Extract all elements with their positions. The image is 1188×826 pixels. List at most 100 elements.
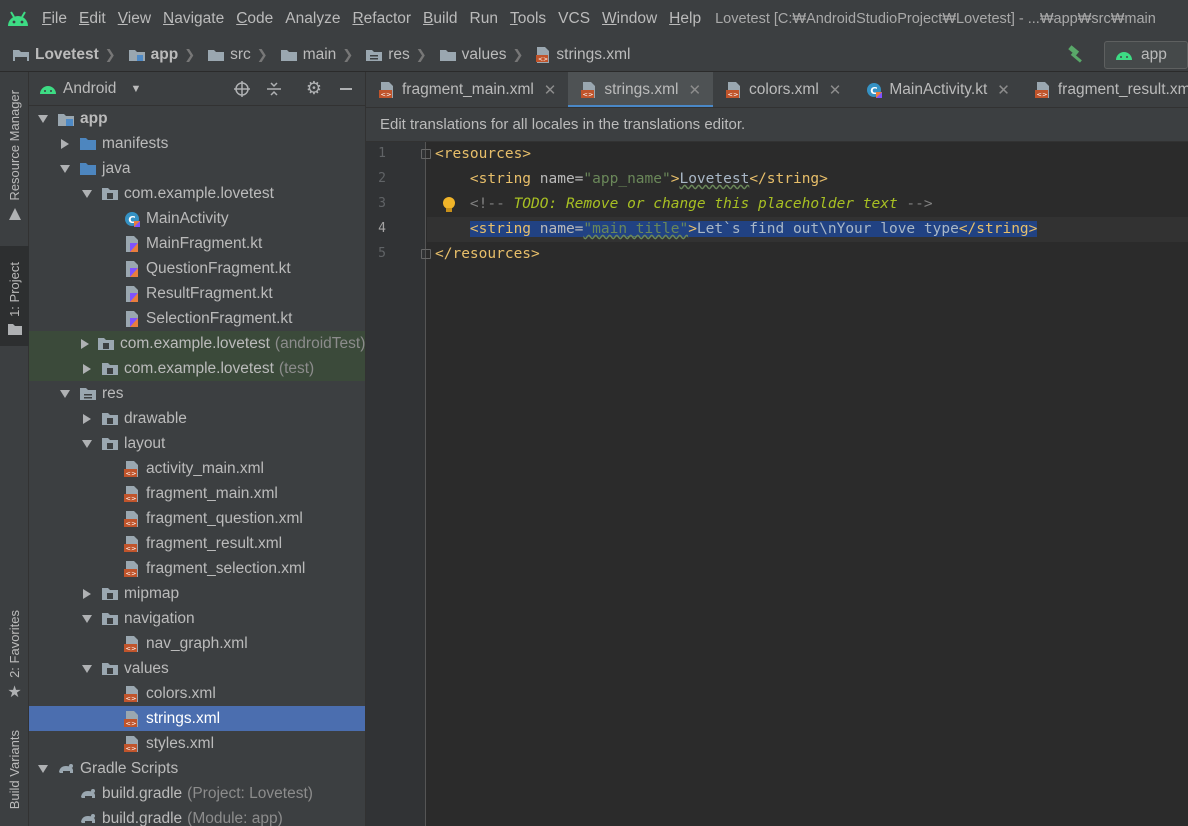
- breadcrumb-file[interactable]: <> strings.xml: [523, 46, 630, 64]
- tree-item-activity-main-xml[interactable]: <> activity_main.xml: [29, 456, 365, 481]
- menu-build[interactable]: Build: [417, 0, 463, 38]
- tree-item-navigation[interactable]: navigation: [29, 606, 365, 631]
- code-line[interactable]: <!-- TODO: Remove or change this placeho…: [427, 192, 1188, 217]
- kotlin-file-icon: [123, 235, 141, 253]
- tree-item-fragment-question-xml[interactable]: <> fragment_question.xml: [29, 506, 365, 531]
- tree-item-com-example-lovetest[interactable]: com.example.lovetest (test): [29, 356, 365, 381]
- collapsed-arrow-icon[interactable]: [79, 586, 95, 602]
- tree-item-fragment-result-xml[interactable]: <> fragment_result.xml: [29, 531, 365, 556]
- breadcrumb-res[interactable]: res ❯: [353, 46, 427, 64]
- tree-item-selectionfragment-kt[interactable]: SelectionFragment.kt: [29, 306, 365, 331]
- tree-item-fragment-selection-xml[interactable]: <> fragment_selection.xml: [29, 556, 365, 581]
- breadcrumb-src[interactable]: src ❯: [195, 46, 268, 64]
- menu-code[interactable]: Code: [230, 0, 279, 38]
- tree-item-mainactivity[interactable]: C MainActivity: [29, 206, 365, 231]
- tree-item-res[interactable]: res: [29, 381, 365, 406]
- expanded-arrow-icon[interactable]: [35, 111, 51, 127]
- locate-file-icon[interactable]: [229, 76, 255, 102]
- editor-text-area[interactable]: <resources> <string name="app_name">Love…: [427, 142, 1188, 826]
- menu-refactor[interactable]: Refactor: [346, 0, 417, 38]
- tree-item-mainfragment-kt[interactable]: MainFragment.kt: [29, 231, 365, 256]
- tree-item-gradle-scripts[interactable]: Gradle Scripts: [29, 756, 365, 781]
- svg-text:<>: <>: [126, 569, 137, 577]
- expanded-arrow-icon[interactable]: [79, 436, 95, 452]
- close-tab-icon[interactable]: ✕: [688, 81, 701, 99]
- tree-item-drawable[interactable]: drawable: [29, 406, 365, 431]
- expanded-arrow-icon[interactable]: [35, 761, 51, 777]
- collapsed-arrow-icon[interactable]: [57, 136, 73, 152]
- tree-item-app[interactable]: app: [29, 106, 365, 131]
- tree-item-java[interactable]: java: [29, 156, 365, 181]
- tree-item-com-example-lovetest[interactable]: com.example.lovetest: [29, 181, 365, 206]
- favorites-tool-button[interactable]: 2: Favorites ★: [0, 610, 29, 702]
- menu-tools[interactable]: Tools: [504, 0, 552, 38]
- menu-vcs[interactable]: VCS: [552, 0, 596, 38]
- menu-help[interactable]: Help: [663, 0, 707, 38]
- code-line[interactable]: <string name="main_title">Let`s find out…: [427, 217, 1188, 242]
- collapse-all-icon[interactable]: [261, 76, 287, 102]
- tree-item-label: SelectionFragment.kt: [146, 309, 293, 327]
- breadcrumb-module[interactable]: app ❯: [116, 46, 195, 64]
- minimize-icon[interactable]: [333, 76, 359, 102]
- collapsed-arrow-icon[interactable]: [79, 411, 95, 427]
- breadcrumb-values[interactable]: values ❯: [427, 46, 523, 64]
- tab-fragment-result-xml[interactable]: <>fragment_result.xml✕: [1022, 72, 1188, 107]
- menu-analyze[interactable]: Analyze: [279, 0, 346, 38]
- tree-item-build-gradle[interactable]: build.gradle (Project: Lovetest): [29, 781, 365, 806]
- close-tab-icon[interactable]: ✕: [544, 81, 557, 99]
- tree-item-build-gradle[interactable]: build.gradle (Module: app): [29, 806, 365, 826]
- project-view-selector[interactable]: Android ▼: [39, 80, 149, 98]
- gear-icon[interactable]: ⚙: [301, 76, 327, 102]
- tree-item-strings-xml[interactable]: <> strings.xml: [29, 706, 365, 731]
- close-tab-icon[interactable]: ✕: [997, 81, 1010, 99]
- tree-item-questionfragment-kt[interactable]: QuestionFragment.kt: [29, 256, 365, 281]
- code-line[interactable]: <resources>: [427, 142, 1188, 167]
- tree-item-layout[interactable]: layout: [29, 431, 365, 456]
- code-editor[interactable]: 12345 <resources> <string name="app_name…: [366, 142, 1188, 826]
- tree-item-label: com.example.lovetest: [124, 359, 274, 377]
- code-token: >: [688, 221, 697, 237]
- expanded-arrow-icon[interactable]: [57, 161, 73, 177]
- tab-mainactivity-kt[interactable]: C MainActivity.kt ✕: [853, 72, 1021, 107]
- code-line[interactable]: </resources>: [427, 242, 1188, 267]
- menu-view[interactable]: View: [112, 0, 157, 38]
- tree-item-styles-xml[interactable]: <> styles.xml: [29, 731, 365, 756]
- menu-run[interactable]: Run: [464, 0, 504, 38]
- resource-manager-tool-button[interactable]: Resource Manager: [0, 90, 29, 221]
- tree-item-manifests[interactable]: manifests: [29, 131, 365, 156]
- run-configuration-select[interactable]: app: [1104, 40, 1188, 69]
- menu-navigate[interactable]: Navigate: [157, 0, 230, 38]
- menu-file[interactable]: File: [36, 0, 73, 38]
- tree-item-fragment-main-xml[interactable]: <> fragment_main.xml: [29, 481, 365, 506]
- tree-item-mipmap[interactable]: mipmap: [29, 581, 365, 606]
- close-tab-icon[interactable]: ✕: [829, 81, 842, 99]
- build-variants-tool-button[interactable]: Build Variants: [0, 730, 29, 809]
- tree-item-suffix: (Module: app): [187, 809, 283, 826]
- tab-strings-xml[interactable]: <> strings.xml ✕: [568, 72, 714, 107]
- code-token: <!--: [469, 196, 514, 212]
- collapsed-arrow-icon[interactable]: [79, 336, 91, 352]
- tree-item-com-example-lovetest[interactable]: com.example.lovetest (androidTest): [29, 331, 365, 356]
- collapsed-arrow-icon[interactable]: [79, 361, 95, 377]
- tab-fragment-main-xml[interactable]: <> fragment_main.xml ✕: [366, 72, 568, 107]
- menu-edit[interactable]: Edit: [73, 0, 112, 38]
- breadcrumb-project[interactable]: Lovetest ❯: [0, 46, 116, 64]
- expanded-arrow-icon[interactable]: [79, 611, 95, 627]
- menu-window[interactable]: Window: [596, 0, 663, 38]
- expanded-arrow-icon[interactable]: [79, 186, 95, 202]
- tab-colors-xml[interactable]: <> colors.xml ✕: [713, 72, 853, 107]
- make-project-hammer-icon[interactable]: [1064, 43, 1088, 67]
- translations-editor-banner[interactable]: Edit translations for all locales in the…: [366, 108, 1188, 142]
- tree-item-colors-xml[interactable]: <> colors.xml: [29, 681, 365, 706]
- tree-item-values[interactable]: values: [29, 656, 365, 681]
- project-tool-button[interactable]: 1: Project: [0, 246, 29, 346]
- package-icon: [101, 585, 119, 603]
- expanded-arrow-icon[interactable]: [79, 661, 95, 677]
- tree-item-resultfragment-kt[interactable]: ResultFragment.kt: [29, 281, 365, 306]
- code-line[interactable]: <string name="app_name">Lovetest</string…: [427, 167, 1188, 192]
- breadcrumb-main[interactable]: main ❯: [268, 46, 353, 64]
- tree-item-nav-graph-xml[interactable]: <> nav_graph.xml: [29, 631, 365, 656]
- expanded-arrow-icon[interactable]: [57, 386, 73, 402]
